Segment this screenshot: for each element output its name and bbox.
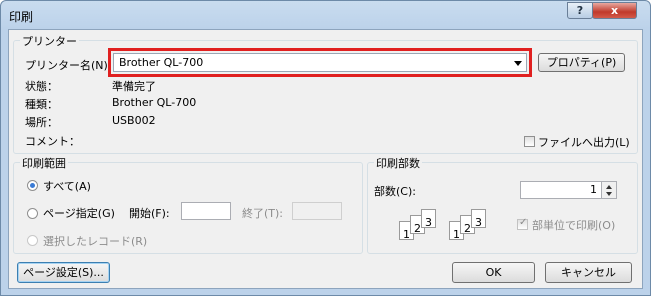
range-selection-radio[interactable] <box>27 235 38 246</box>
to-label: 終了(T): <box>242 207 284 220</box>
dialog-title: 印刷 <box>9 10 34 24</box>
range-pages-label: ページ指定(G) <box>43 207 115 220</box>
dialog-body: プリンター プリンター名(N): Brother QL-700 プロパティ(P)… <box>8 29 643 289</box>
close-button[interactable]: x <box>592 2 637 19</box>
collate-label: 部単位で印刷(O) <box>532 219 616 232</box>
range-all-radio[interactable] <box>27 180 38 191</box>
status-label: 状態： <box>25 80 58 93</box>
properties-button[interactable]: プロパティ(P) <box>538 53 625 72</box>
where-label: 場所： <box>25 116 58 129</box>
where-value: USB002 <box>112 114 156 127</box>
type-label: 種類： <box>25 98 58 111</box>
printer-name-label: プリンター名(N): <box>25 59 112 72</box>
from-field[interactable] <box>181 202 231 220</box>
highlight-box <box>108 48 532 77</box>
from-label: 開始(F): <box>129 207 170 220</box>
range-selection-label: 選択したレコード(R) <box>43 235 148 248</box>
ok-button[interactable]: OK <box>452 262 535 283</box>
print-to-file-checkbox[interactable] <box>524 136 535 147</box>
page-setup-button[interactable]: ページ設定(S)... <box>17 262 110 283</box>
range-pages-radio[interactable] <box>27 208 38 219</box>
cancel-button[interactable]: キャンセル <box>545 262 632 283</box>
copies-group-label: 印刷部数 <box>374 155 422 171</box>
copies-count-field[interactable]: 1 <box>520 181 602 199</box>
range-all-label: すべて(A) <box>43 180 91 193</box>
print-to-file-label: ファイルへ出力(L) <box>538 136 630 149</box>
print-range-group-label: 印刷範囲 <box>20 155 68 171</box>
copies-spinner[interactable] <box>601 181 617 199</box>
status-value: 準備完了 <box>112 80 156 93</box>
printer-group-label: プリンター <box>20 33 79 49</box>
sheet-icon: 3 <box>421 209 436 229</box>
spin-down-icon[interactable] <box>606 192 612 196</box>
collate-checkbox[interactable] <box>517 217 528 230</box>
title-bar: 印刷 ? x <box>1 1 650 29</box>
copies-count-label: 部数(C): <box>374 185 416 198</box>
type-value: Brother QL-700 <box>112 96 197 109</box>
to-field[interactable] <box>292 202 342 220</box>
spin-up-icon[interactable] <box>606 185 612 189</box>
sheet-icon: 3 <box>471 209 486 229</box>
print-dialog: 印刷 ? x プリンター プリンター名(N): Brother QL-700 プ… <box>0 0 651 296</box>
help-button[interactable]: ? <box>567 2 593 19</box>
comment-label: コメント： <box>25 135 80 148</box>
